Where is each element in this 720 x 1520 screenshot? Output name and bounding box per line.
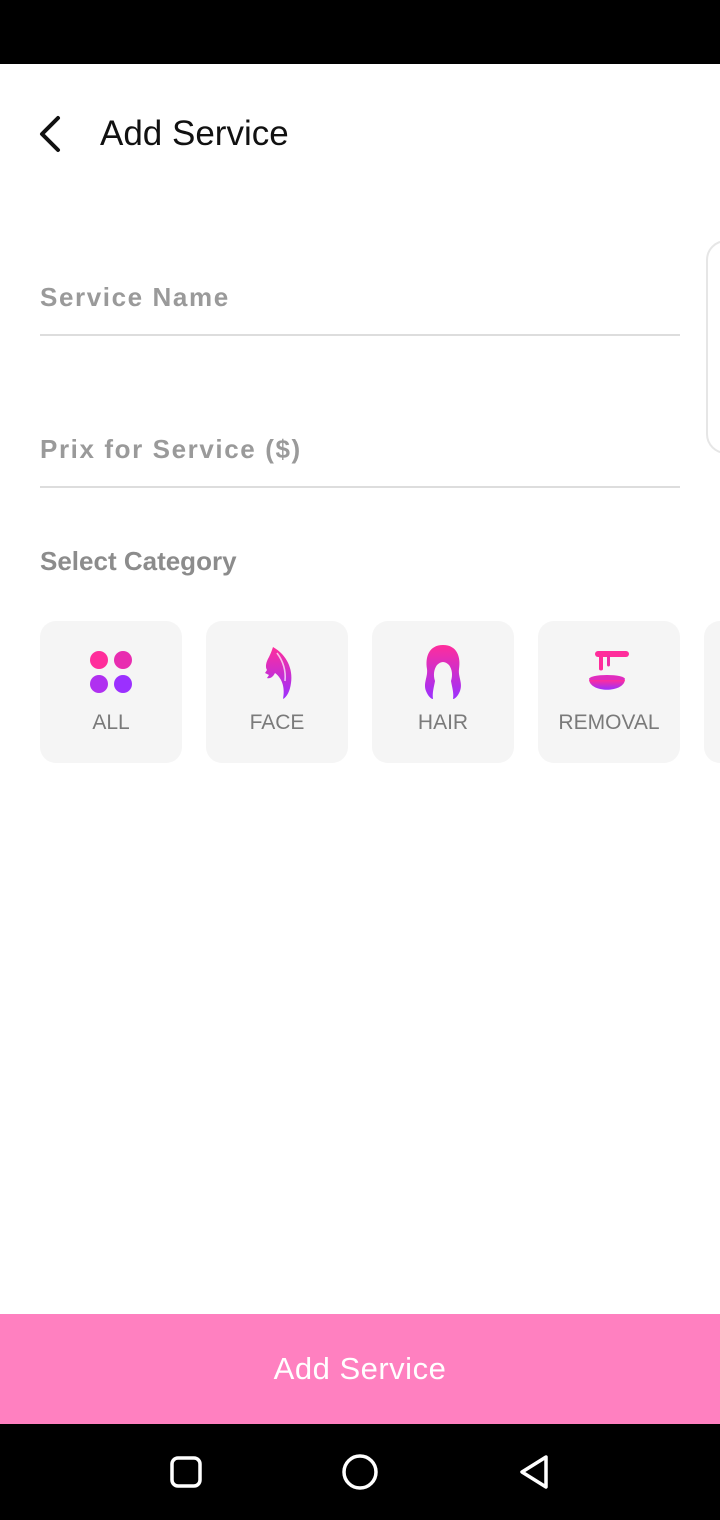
wax-bowl-icon bbox=[589, 651, 629, 690]
category-label-hair: HAIR bbox=[417, 711, 469, 734]
category-tile-all[interactable]: ALL bbox=[40, 621, 182, 763]
category-label-face: FACE bbox=[249, 711, 305, 734]
price-input[interactable] bbox=[40, 388, 680, 484]
back-button[interactable] bbox=[28, 110, 72, 158]
service-name-input[interactable] bbox=[40, 236, 680, 332]
category-tile-face[interactable]: FACE bbox=[206, 621, 348, 763]
square-icon bbox=[170, 1456, 202, 1488]
grid-dots-icon bbox=[90, 651, 132, 693]
app-bar: Add Service bbox=[0, 64, 720, 204]
face-profile-icon bbox=[265, 647, 292, 699]
category-tile-removal[interactable]: REMOVAL bbox=[538, 621, 680, 763]
circle-icon bbox=[342, 1454, 378, 1490]
add-service-button[interactable]: Add Service bbox=[0, 1314, 720, 1424]
side-sheet-edge[interactable] bbox=[706, 240, 720, 454]
hair-icon bbox=[425, 645, 461, 699]
price-field bbox=[40, 388, 680, 488]
category-tile-hair[interactable]: HAIR bbox=[372, 621, 514, 763]
home-button[interactable] bbox=[332, 1444, 388, 1500]
recents-button[interactable] bbox=[158, 1444, 214, 1500]
category-label-all: ALL bbox=[92, 711, 130, 734]
category-tile-next[interactable] bbox=[704, 621, 720, 763]
category-label-removal: REMOVAL bbox=[558, 711, 660, 734]
service-name-field bbox=[40, 236, 680, 336]
back-nav-button[interactable] bbox=[506, 1444, 562, 1500]
page-title: Add Service bbox=[100, 114, 289, 153]
category-list[interactable]: ALL FACE HAIR REMOVAL bbox=[40, 621, 720, 763]
triangle-back-icon bbox=[520, 1455, 548, 1489]
select-category-label: Select Category bbox=[40, 546, 237, 576]
chevron-left-icon bbox=[40, 116, 60, 152]
system-nav-bar bbox=[0, 1424, 720, 1520]
status-bar bbox=[0, 0, 720, 64]
